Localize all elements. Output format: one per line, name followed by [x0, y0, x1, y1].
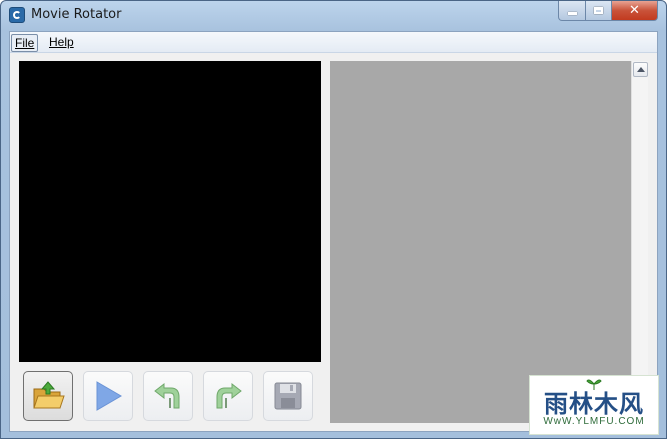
rotate-right-button[interactable] — [203, 371, 253, 421]
watermark-url: WwW.YLMFU.COM — [543, 416, 645, 427]
vertical-scrollbar[interactable] — [631, 61, 648, 423]
play-button[interactable] — [83, 371, 133, 421]
watermark-text: 雨林木风 — [544, 390, 644, 418]
open-button[interactable] — [23, 371, 73, 421]
open-folder-icon — [33, 381, 65, 409]
watermark-logo: 雨林木风 WwW.YLMFU.COM — [529, 375, 659, 435]
caption-buttons: ✕ — [558, 1, 658, 21]
rotate-left-icon — [154, 382, 180, 409]
video-preview[interactable] — [19, 61, 321, 362]
save-button[interactable] — [263, 371, 313, 421]
minimize-button[interactable] — [558, 1, 586, 21]
minimize-icon — [567, 12, 577, 15]
menu-file[interactable]: File — [11, 34, 39, 52]
floppy-disk-icon — [274, 382, 302, 410]
thumbnail-panel[interactable] — [330, 61, 631, 423]
title-bar[interactable]: Movie Rotator ✕ — [1, 1, 666, 30]
window-title: Movie Rotator — [31, 7, 122, 22]
app-window: Movie Rotator ✕ File Help 雨林木风 WwW.YLMFU… — [0, 0, 667, 439]
app-icon[interactable] — [9, 7, 25, 23]
maximize-button[interactable] — [586, 1, 612, 21]
menu-help[interactable]: Help — [46, 34, 77, 50]
play-icon — [96, 381, 122, 411]
maximize-icon — [594, 7, 603, 14]
rotate-left-button[interactable] — [143, 371, 193, 421]
scroll-up-arrow-icon[interactable] — [633, 62, 648, 77]
rotate-right-icon — [216, 382, 242, 409]
menu-bar: File Help — [10, 32, 657, 53]
close-icon: ✕ — [629, 3, 640, 18]
client-area: File Help — [9, 31, 658, 432]
close-button[interactable]: ✕ — [612, 1, 658, 21]
